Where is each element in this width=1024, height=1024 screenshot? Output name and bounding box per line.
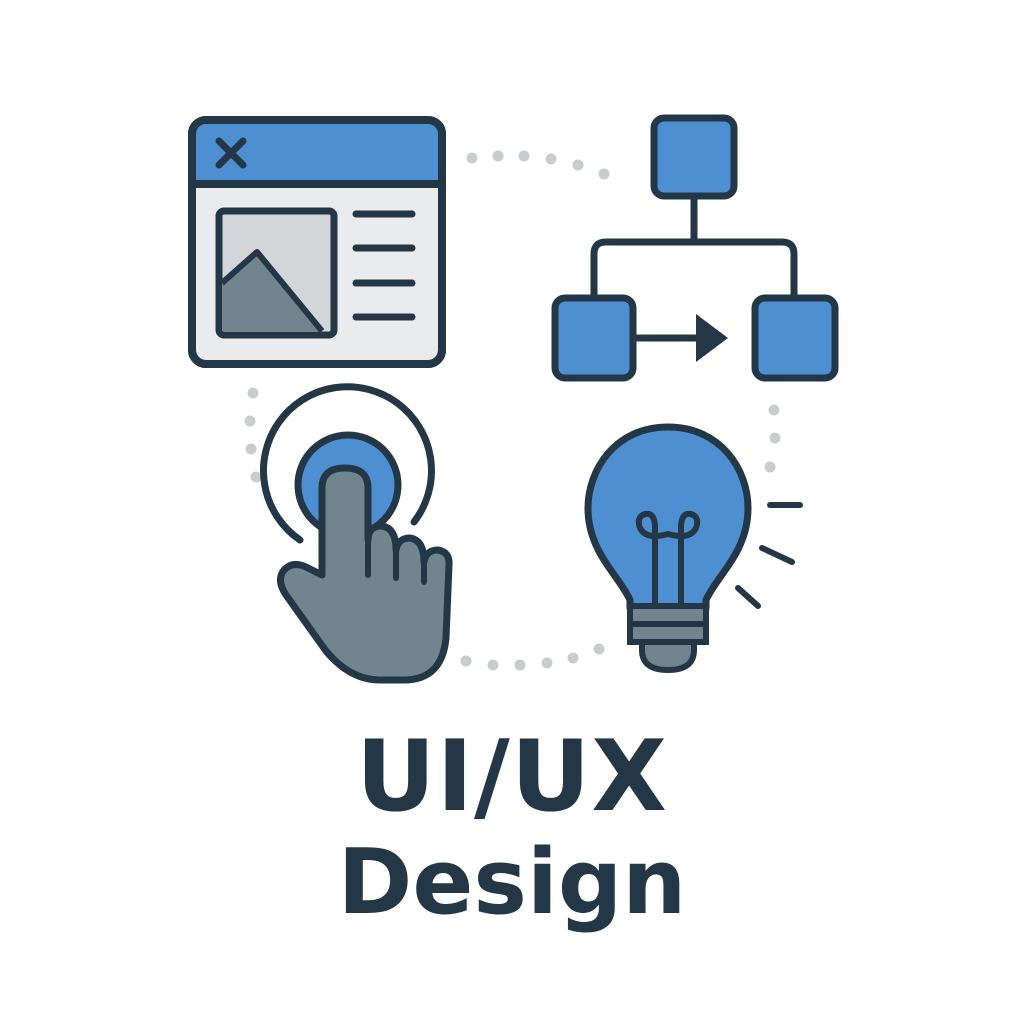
tap-gesture-icon — [259, 383, 453, 684]
title-line-1: UI/UX — [356, 720, 668, 834]
image-placeholder-icon — [215, 207, 338, 339]
uiux-illustration: UI/UX Design — [0, 0, 1024, 1024]
browser-window-icon — [188, 116, 446, 368]
arrow-right-icon — [634, 314, 728, 362]
title-line-2: Design — [337, 830, 687, 935]
flowchart-icon — [551, 114, 839, 382]
